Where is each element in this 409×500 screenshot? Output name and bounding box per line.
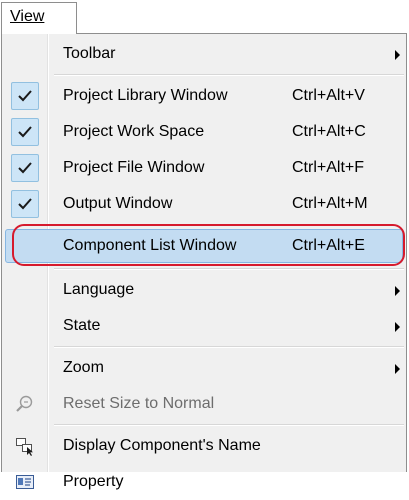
menu-bar: View xyxy=(0,0,409,34)
menu-item-label: State xyxy=(63,317,101,334)
menu-separator xyxy=(54,424,404,426)
submenu-arrow-icon xyxy=(395,286,400,296)
menu-item-toolbar[interactable]: Toolbar xyxy=(2,36,406,72)
submenu-arrow-icon xyxy=(395,322,400,332)
menu-item-label: Language xyxy=(63,281,135,298)
check-icon xyxy=(11,118,39,146)
check-icon xyxy=(11,154,39,182)
submenu-arrow-icon xyxy=(395,364,400,374)
menu-item-state[interactable]: State xyxy=(2,308,406,344)
menu-item-project-library-window[interactable]: Project Library Window Ctrl+Alt+V xyxy=(2,78,406,114)
menu-item-label: Project File Window xyxy=(63,159,205,176)
menu-item-label: Output Window xyxy=(63,195,173,212)
menu-item-label: Project Library Window xyxy=(63,87,228,104)
component-name-icon xyxy=(15,436,35,456)
menu-item-reset-size-to-normal[interactable]: Reset Size to Normal xyxy=(2,386,406,422)
menu-item-label: Property xyxy=(63,473,124,490)
menu-item-shortcut: Ctrl+Alt+V xyxy=(292,87,365,104)
submenu-arrow-icon xyxy=(395,50,400,60)
menu-separator xyxy=(54,74,404,76)
menu-item-output-window[interactable]: Output Window Ctrl+Alt+M xyxy=(2,186,406,222)
menu-item-project-work-space[interactable]: Project Work Space Ctrl+Alt+C xyxy=(2,114,406,150)
view-menu-title[interactable]: View xyxy=(1,2,77,34)
menu-separator xyxy=(54,268,404,270)
menu-item-shortcut: Ctrl+Alt+M xyxy=(292,195,368,212)
property-icon xyxy=(15,472,35,492)
menu-separator xyxy=(54,346,404,348)
check-icon xyxy=(11,82,39,110)
menu-item-display-components-name[interactable]: Display Component's Name xyxy=(2,428,406,464)
menu-item-label: Toolbar xyxy=(63,45,116,62)
menu-item-label: Reset Size to Normal xyxy=(63,395,215,412)
check-icon xyxy=(11,190,39,218)
menu-item-zoom[interactable]: Zoom xyxy=(2,350,406,386)
menu-item-language[interactable]: Language xyxy=(2,272,406,308)
menu-item-shortcut: Ctrl+Alt+F xyxy=(292,159,365,176)
menu-item-label: Project Work Space xyxy=(63,123,205,140)
menu-item-label: Zoom xyxy=(63,359,104,376)
menu-item-shortcut: Ctrl+Alt+C xyxy=(292,123,366,140)
menu-item-property[interactable]: Property xyxy=(2,464,406,500)
menu-item-project-file-window[interactable]: Project File Window Ctrl+Alt+F xyxy=(2,150,406,186)
menu-item-label: Display Component's Name xyxy=(63,437,261,454)
view-menu-title-label: View xyxy=(10,8,45,25)
magnifier-reset-icon xyxy=(15,394,35,414)
callout-highlight-ring xyxy=(12,224,405,266)
